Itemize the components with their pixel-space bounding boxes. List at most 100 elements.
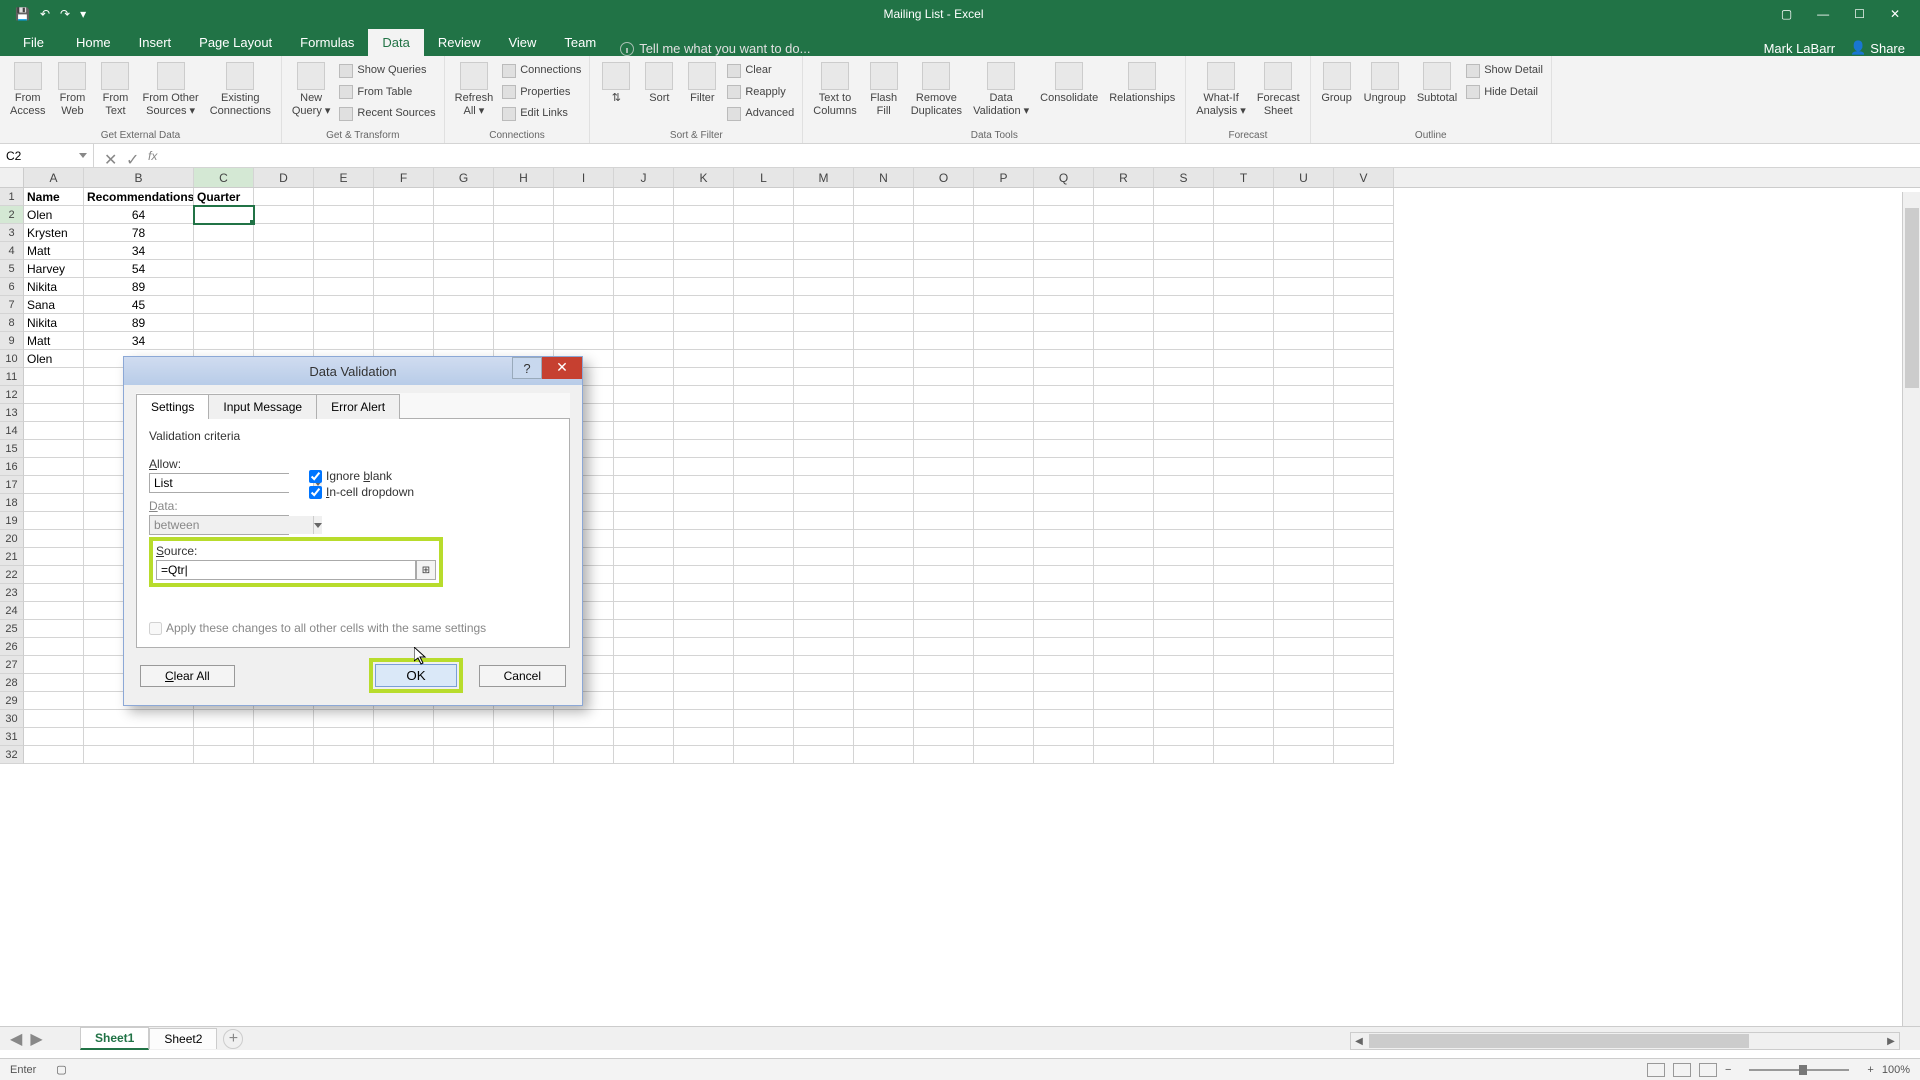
- ribbon-button[interactable]: FromAccess: [6, 60, 49, 120]
- row-header[interactable]: 2: [0, 206, 24, 224]
- select-all-button[interactable]: [0, 168, 24, 187]
- cell[interactable]: [854, 350, 914, 368]
- cell[interactable]: [854, 710, 914, 728]
- cell[interactable]: [674, 332, 734, 350]
- cell[interactable]: [1274, 386, 1334, 404]
- cell[interactable]: [1214, 728, 1274, 746]
- cell[interactable]: [614, 458, 674, 476]
- row-header[interactable]: 9: [0, 332, 24, 350]
- cell[interactable]: [1274, 296, 1334, 314]
- cell[interactable]: [1274, 332, 1334, 350]
- cell[interactable]: [914, 296, 974, 314]
- cell[interactable]: [1334, 602, 1394, 620]
- cell[interactable]: [854, 728, 914, 746]
- cell[interactable]: [1154, 278, 1214, 296]
- cell[interactable]: [254, 260, 314, 278]
- cell[interactable]: [1274, 260, 1334, 278]
- cell[interactable]: [374, 242, 434, 260]
- cell[interactable]: [734, 386, 794, 404]
- cell[interactable]: [734, 566, 794, 584]
- cell[interactable]: [914, 476, 974, 494]
- cell[interactable]: [674, 260, 734, 278]
- cell[interactable]: [1334, 188, 1394, 206]
- cell[interactable]: [1214, 314, 1274, 332]
- cell[interactable]: [1214, 242, 1274, 260]
- column-header[interactable]: I: [554, 168, 614, 187]
- cell[interactable]: [674, 350, 734, 368]
- cell[interactable]: [674, 278, 734, 296]
- tab-home[interactable]: Home: [62, 29, 125, 56]
- cell[interactable]: [854, 224, 914, 242]
- cell[interactable]: [1154, 242, 1214, 260]
- cell[interactable]: Harvey: [24, 260, 84, 278]
- column-header[interactable]: O: [914, 168, 974, 187]
- cell[interactable]: [1274, 314, 1334, 332]
- cell[interactable]: [314, 746, 374, 764]
- cell[interactable]: [1274, 512, 1334, 530]
- cell[interactable]: [734, 404, 794, 422]
- cell[interactable]: [1214, 188, 1274, 206]
- cell[interactable]: [374, 314, 434, 332]
- cell[interactable]: [434, 332, 494, 350]
- cell[interactable]: [914, 692, 974, 710]
- save-icon[interactable]: 💾: [15, 7, 30, 21]
- row-header[interactable]: 18: [0, 494, 24, 512]
- cell[interactable]: [1274, 350, 1334, 368]
- cell[interactable]: [974, 512, 1034, 530]
- page-layout-view-icon[interactable]: [1673, 1063, 1691, 1077]
- cell[interactable]: [1334, 656, 1394, 674]
- cell[interactable]: [914, 548, 974, 566]
- cell[interactable]: Name: [24, 188, 84, 206]
- cell[interactable]: [1274, 530, 1334, 548]
- cell[interactable]: [794, 404, 854, 422]
- cell[interactable]: [1154, 422, 1214, 440]
- cell[interactable]: [194, 332, 254, 350]
- cell[interactable]: [794, 422, 854, 440]
- cell[interactable]: [1154, 566, 1214, 584]
- cell[interactable]: [914, 206, 974, 224]
- cell[interactable]: [24, 674, 84, 692]
- cell[interactable]: [614, 440, 674, 458]
- cell[interactable]: [24, 710, 84, 728]
- cell[interactable]: Krysten: [24, 224, 84, 242]
- dialog-tab-settings[interactable]: Settings: [136, 394, 209, 419]
- cell[interactable]: [674, 584, 734, 602]
- cell[interactable]: [974, 224, 1034, 242]
- cell[interactable]: [1034, 332, 1094, 350]
- cell[interactable]: [374, 746, 434, 764]
- cell[interactable]: [914, 530, 974, 548]
- ribbon-button-small[interactable]: Reapply: [725, 82, 796, 104]
- row-header[interactable]: 4: [0, 242, 24, 260]
- cell[interactable]: [674, 314, 734, 332]
- macro-record-icon[interactable]: ▢: [56, 1063, 66, 1076]
- column-header[interactable]: A: [24, 168, 84, 187]
- cell[interactable]: [974, 602, 1034, 620]
- column-header[interactable]: E: [314, 168, 374, 187]
- cell[interactable]: 89: [84, 278, 194, 296]
- cell[interactable]: [24, 404, 84, 422]
- cell[interactable]: [854, 368, 914, 386]
- cell[interactable]: [1334, 242, 1394, 260]
- cell[interactable]: [24, 530, 84, 548]
- cell[interactable]: [554, 206, 614, 224]
- cell[interactable]: [854, 296, 914, 314]
- cell[interactable]: [1034, 638, 1094, 656]
- cell[interactable]: [194, 296, 254, 314]
- cell[interactable]: [1154, 512, 1214, 530]
- allow-dropdown[interactable]: [149, 473, 289, 493]
- cell[interactable]: 64: [84, 206, 194, 224]
- cell[interactable]: [674, 674, 734, 692]
- row-header[interactable]: 1: [0, 188, 24, 206]
- cell[interactable]: [1214, 656, 1274, 674]
- cell[interactable]: [674, 512, 734, 530]
- cell[interactable]: [794, 710, 854, 728]
- cell[interactable]: 54: [84, 260, 194, 278]
- cell[interactable]: [794, 656, 854, 674]
- cell[interactable]: [674, 692, 734, 710]
- cell[interactable]: [854, 278, 914, 296]
- ignore-blank-checkbox[interactable]: Ignore blank: [309, 469, 414, 483]
- ribbon-button[interactable]: Consolidate: [1036, 60, 1102, 107]
- cell[interactable]: [614, 368, 674, 386]
- cell[interactable]: [1094, 476, 1154, 494]
- cell[interactable]: [1034, 314, 1094, 332]
